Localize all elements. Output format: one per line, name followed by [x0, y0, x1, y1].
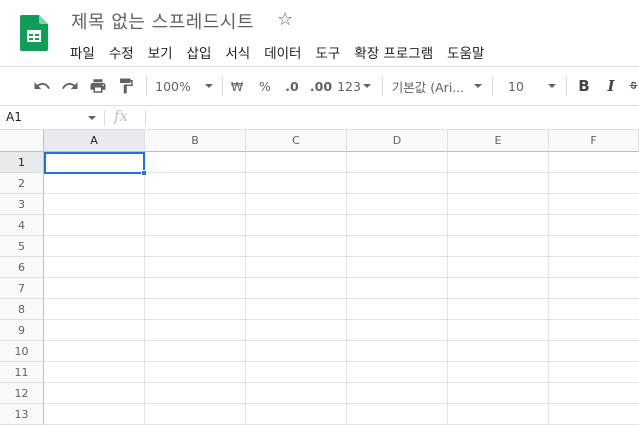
column-header-e[interactable]: E [448, 130, 549, 152]
toolbar-divider [566, 76, 567, 96]
menu-edit[interactable]: 수정 [102, 40, 141, 62]
row-header-4[interactable]: 4 [0, 215, 44, 236]
fx-icon: fx [114, 107, 129, 125]
row-header-5[interactable]: 5 [0, 236, 44, 257]
row-header-9[interactable]: 9 [0, 320, 44, 341]
bold-button[interactable]: B [574, 67, 594, 105]
row-header-13[interactable]: 13 [0, 404, 44, 425]
font-family-value: 기본값 (Ari... [391, 79, 465, 95]
formula-divider [104, 110, 105, 126]
spreadsheet-grid: A B C D E F 1 2 3 4 5 6 7 8 9 10 11 12 1… [0, 130, 639, 425]
row-header-12[interactable]: 12 [0, 383, 44, 404]
menu-format[interactable]: 서식 [218, 40, 257, 62]
column-header-b[interactable]: B [145, 130, 246, 152]
formula-divider [145, 110, 146, 126]
percent-format-button[interactable]: % [256, 67, 274, 105]
column-header-d[interactable]: D [347, 130, 448, 152]
toolbar-divider [492, 76, 493, 96]
menu-view[interactable]: 보기 [141, 40, 180, 62]
row-header-1[interactable]: 1 [0, 152, 44, 173]
chevron-down-icon [474, 84, 483, 88]
font-size-value: 10 [508, 78, 524, 94]
font-family-select[interactable]: 기본값 (Ari... [390, 67, 484, 105]
zoom-select[interactable]: 100% [152, 67, 216, 105]
toolbar-divider [222, 76, 223, 96]
formula-bar: A1 fx [0, 106, 639, 130]
undo-button[interactable] [30, 67, 54, 105]
menu-bar: 파일 수정 보기 삽입 서식 데이터 도구 확장 프로그램 도움말 [63, 40, 491, 62]
strikethrough-button[interactable] [628, 67, 639, 105]
sheets-logo-icon[interactable] [20, 15, 48, 51]
more-formats-button[interactable]: 123 [337, 67, 371, 105]
paint-format-button[interactable] [114, 67, 138, 105]
menu-extensions[interactable]: 확장 프로그램 [347, 40, 440, 62]
fill-handle[interactable] [141, 170, 147, 176]
chevron-down-icon [547, 84, 556, 88]
chevron-down-icon [204, 84, 213, 88]
menu-data[interactable]: 데이터 [257, 40, 308, 62]
row-header-10[interactable]: 10 [0, 341, 44, 362]
redo-button[interactable] [58, 67, 82, 105]
app-header: 제목 없는 스프레드시트 ☆ 파일 수정 보기 삽입 서식 데이터 도구 확장 … [0, 0, 639, 66]
column-header-f[interactable]: F [549, 130, 639, 152]
chevron-down-icon [362, 84, 371, 88]
name-box[interactable]: A1 [0, 106, 100, 129]
cell-area[interactable] [44, 152, 639, 425]
toolbar-divider [146, 76, 147, 96]
column-header-c[interactable]: C [246, 130, 347, 152]
formula-input[interactable] [150, 106, 639, 129]
document-title[interactable]: 제목 없는 스프레드시트 [71, 8, 254, 34]
toolbar: 100% ₩ % .0 .00 123 기본값 (Ari... 10 B I [0, 66, 639, 106]
row-header-7[interactable]: 7 [0, 278, 44, 299]
decrease-decimal-button[interactable]: .0 [280, 67, 304, 105]
row-header-6[interactable]: 6 [0, 257, 44, 278]
row-header-2[interactable]: 2 [0, 173, 44, 194]
row-header-8[interactable]: 8 [0, 299, 44, 320]
menu-tools[interactable]: 도구 [308, 40, 347, 62]
font-size-select[interactable]: 10 [500, 67, 560, 105]
more-formats-label: 123 [337, 78, 361, 94]
toolbar-divider [382, 76, 383, 96]
chevron-down-icon[interactable] [88, 116, 96, 120]
menu-file[interactable]: 파일 [63, 40, 102, 62]
row-header-11[interactable]: 11 [0, 362, 44, 383]
italic-button[interactable]: I [601, 67, 621, 105]
column-header-a[interactable]: A [44, 130, 145, 152]
zoom-value: 100% [155, 78, 191, 94]
row-header-3[interactable]: 3 [0, 194, 44, 215]
menu-insert[interactable]: 삽입 [180, 40, 219, 62]
currency-format-button[interactable]: ₩ [228, 67, 246, 105]
print-button[interactable] [86, 67, 110, 105]
menu-help[interactable]: 도움말 [440, 40, 491, 62]
select-all-corner[interactable] [0, 130, 44, 152]
increase-decimal-button[interactable]: .00 [309, 67, 333, 105]
star-icon[interactable]: ☆ [277, 9, 293, 30]
